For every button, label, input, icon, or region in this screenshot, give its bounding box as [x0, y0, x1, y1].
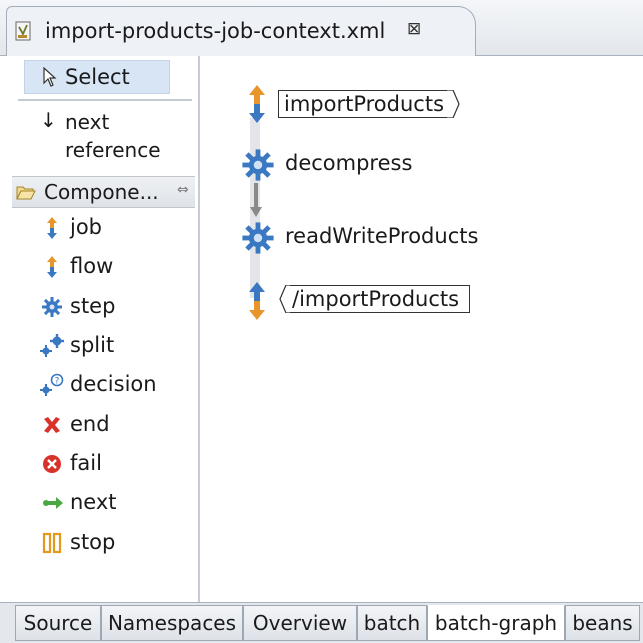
job-end-icon [249, 282, 265, 320]
palette-item-label: stop [70, 530, 116, 554]
xml-file-icon [15, 21, 31, 41]
palette-item-flow[interactable]: flow [40, 252, 190, 282]
job-end-label: /importProducts [292, 287, 460, 311]
fail-icon [43, 455, 61, 473]
job-end-tag[interactable]: /importProducts [290, 285, 470, 313]
job-icon [249, 85, 265, 123]
palette-item-decision[interactable]: ? decision [40, 370, 190, 400]
palette-separator [18, 99, 192, 101]
editor-page-tabs: Source Namespaces Overview batch batch-g… [0, 602, 643, 643]
editor-tab[interactable]: import-products-job-context.xml ⊠ [6, 6, 476, 56]
tab-source[interactable]: Source [15, 605, 101, 641]
tab-namespaces[interactable]: Namespaces [101, 605, 243, 641]
tab-overview[interactable]: Overview [243, 605, 357, 641]
down-arrow-icon: ↓ [40, 108, 57, 132]
close-tab-icon[interactable]: ⊠ [407, 19, 421, 39]
palette-item-label: fail [70, 451, 102, 475]
palette-item-label: split [70, 333, 115, 357]
step-node-decompress[interactable]: decompress [241, 148, 441, 182]
components-drawer[interactable]: Compone... ⇔ [12, 176, 195, 208]
split-icon [40, 334, 64, 357]
next-icon [43, 497, 63, 509]
palette-item-next[interactable]: next [40, 488, 190, 518]
select-tool[interactable]: Select [24, 60, 170, 94]
step-node-readwriteproducts[interactable]: readWriteProducts [241, 221, 501, 255]
palette-item-fail[interactable]: fail [40, 449, 190, 479]
job-icon [47, 217, 57, 239]
stop-icon [42, 532, 62, 554]
palette-item-label: next [70, 490, 117, 514]
step-gear-icon [242, 222, 274, 254]
palette-item-label: job [70, 215, 103, 239]
step-label: readWriteProducts [285, 224, 479, 248]
palette-item-job[interactable]: job [40, 213, 190, 243]
palette-item-end[interactable]: end [40, 410, 190, 440]
tab-batch-graph[interactable]: batch-graph [427, 605, 565, 641]
pin-drawer-icon[interactable]: ⇔ [177, 182, 189, 198]
flow-icon [47, 256, 57, 278]
tab-batch[interactable]: batch [357, 605, 427, 641]
palette-item-label: decision [70, 372, 157, 396]
next-reference-label: next reference [65, 110, 161, 162]
batch-graph-canvas[interactable] [202, 56, 643, 602]
palette-item-label: step [70, 294, 116, 318]
palette-item-stop[interactable]: stop [40, 528, 190, 558]
decision-icon: ? [40, 373, 64, 396]
palette-item-step[interactable]: step [40, 292, 190, 322]
step-gear-icon [242, 149, 274, 181]
tag-chevron-right [447, 90, 460, 118]
palette-item-split[interactable]: split [40, 331, 190, 361]
editor-tab-title: import-products-job-context.xml [45, 19, 386, 43]
editor-tab-bar: import-products-job-context.xml ⊠ [0, 0, 643, 56]
folder-open-icon [16, 186, 36, 200]
end-icon [44, 417, 60, 433]
components-drawer-label: Compone... [44, 180, 159, 204]
job-start-tag[interactable]: importProducts [278, 90, 448, 118]
step-label: decompress [285, 151, 413, 175]
palette-item-label: flow [70, 254, 114, 278]
tab-beans[interactable]: beans [565, 605, 640, 641]
job-start-label: importProducts [284, 92, 445, 116]
pointer-arrow-icon [43, 67, 57, 87]
step-icon [42, 297, 62, 317]
select-tool-label: Select [65, 65, 130, 89]
svg-text:?: ? [55, 377, 60, 387]
transition-arrow [250, 183, 262, 217]
palette-item-label: end [70, 412, 110, 436]
